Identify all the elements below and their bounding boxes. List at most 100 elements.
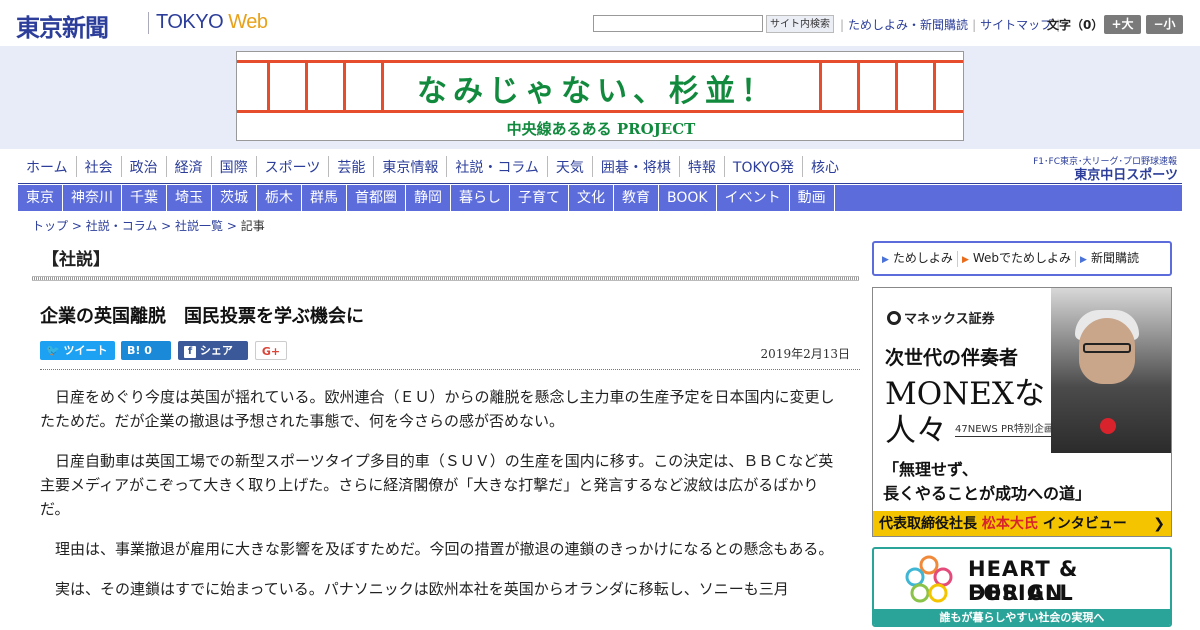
monex-ad[interactable]: マネックス証券 次世代の伴奏者 MONEXな 人々 47NEWS PR特別企画 … [872,287,1172,537]
site-search-input[interactable] [593,15,763,32]
article-paragraph: 理由は、事業撤退が雇用に大きな影響を及ぼすためだ。今回の措置が撤退の連鎖のきっか… [55,540,834,558]
nav-divider [18,183,1182,184]
nav-topic-item[interactable]: 動画 [790,185,835,211]
hatena-bookmark-button[interactable]: B! 0 [121,341,171,360]
corsage-shape [1100,418,1116,434]
site-logo[interactable]: 東京新聞 [16,8,109,43]
tweet-label: ツイート [63,344,108,357]
ad-sponsor-tag: 47NEWS PR特別企画 [955,420,1054,437]
primary-nav: ホーム 社会 政治 経済 国際 スポーツ 芸能 東京情報 社説・コラム 天気 囲碁・将棋 特報 TOKY… [18,156,1018,184]
monex-brand-text: マネックス証券 [904,312,995,327]
banner-subtitle: 中央線あるある PROJECT [506,120,696,138]
nav-item-sports[interactable]: スポーツ [257,156,330,177]
google-plus-button[interactable]: G+ [255,341,287,360]
trial-subscribe-link[interactable]: ためしよみ・新聞購読 [848,18,968,32]
nav-region-item[interactable]: 栃木 [257,185,302,211]
article-headline: 企業の英国離脱 国民投票を学ぶ機会に [40,306,364,327]
ad2-title-2: FOR ALL [968,581,1074,605]
article-paragraph: 日産自動車は英国工場での新型スポーツタイプ多目的車（ＳＵＶ）の生産を国内に移す。… [40,452,834,518]
trial-read-label: ためしよみ [892,251,953,265]
nav-item-home[interactable]: ホーム [18,156,77,177]
nav-item-tokuho[interactable]: 特報 [680,156,725,177]
section-label: 【社説】 [42,250,110,270]
nav-region-item[interactable]: 千葉 [122,185,167,211]
secondary-nav: 東京 神奈川 千葉 埼玉 茨城 栃木 群馬 首都圏 静岡 暮らし 子育て 文化 教育 BOOK イベント 動画 [18,185,1182,211]
nav-item-entertainment[interactable]: 芸能 [329,156,375,177]
logo-en-web: Web [228,11,268,33]
font-smaller-button[interactable]: −小 [1146,15,1183,34]
triangle-right-icon: ▶ [882,255,889,265]
chevron-right-icon: ❯ [1153,516,1165,532]
nav-item-tokyo-hatsu[interactable]: TOKYO発 [725,156,803,177]
nav-region-item[interactable]: 東京 [18,185,63,211]
section-rule [32,276,859,281]
nav-topic-item[interactable]: イベント [717,185,790,211]
nav-topic-item[interactable]: BOOK [659,185,717,211]
sitemap-link[interactable]: サイトマップ [980,18,1052,32]
site-search-button[interactable]: サイト内検索 [766,15,834,33]
ad-headline-1: 次世代の伴奏者 [885,347,1019,369]
tweet-button[interactable]: 🐦 ツイート [40,341,115,360]
nav-topic-item[interactable]: 文化 [569,185,614,211]
nav-item-economy[interactable]: 経済 [167,156,212,177]
nav-topic-item[interactable]: 暮らし [451,185,510,211]
flower-logo-icon [905,555,953,603]
nav-topic-item[interactable]: 子育て [510,185,569,211]
nav-region-item[interactable]: 茨城 [212,185,257,211]
nav-region-item[interactable]: 神奈川 [63,185,122,211]
article-paragraph: 日産をめぐり今度は英国が揺れている。欧州連合（ＥＵ）からの離脱を懸念し主力車の生… [40,388,835,430]
nav-region-item[interactable]: 埼玉 [167,185,212,211]
nav-item-politics[interactable]: 政治 [122,156,167,177]
header-links: | ためしよみ・新聞購読 | サイトマップ | [836,16,1064,33]
rail-tie [857,60,860,113]
nav-region-item[interactable]: 静岡 [406,185,451,211]
rail-line [237,110,963,113]
monex-brand: マネックス証券 [887,308,995,327]
nav-region-item[interactable]: 群馬 [302,185,347,211]
heart-design-ad[interactable]: HEART & DESIGN FOR ALL 誰もが暮らしやすい社会の実現へ [872,547,1172,627]
site-header: 東京新聞 TOKYO Web サイト内検索 | ためしよみ・新聞購読 | サイトマップ… [0,0,1200,46]
rail-tie [343,60,346,113]
nav-item-go-shogi[interactable]: 囲碁・将棋 [593,156,680,177]
banner-band: なみじゃない、杉並！ 中央線あるある PROJECT [0,46,1200,149]
tokyo-web-logo[interactable]: TOKYO Web [156,11,268,34]
breadcrumb-editorial-list[interactable]: 社説一覧 [175,219,223,233]
article-body: 日産をめぐり今度は英国が揺れている。欧州連合（ＥＵ）からの離脱を懸念し主力車の生… [40,385,845,617]
breadcrumb-current: 記事 [240,219,265,233]
nav-item-international[interactable]: 国際 [212,156,257,177]
subscribe-link[interactable]: ▶ 新聞購読 [1076,251,1143,267]
rail-tie [895,60,898,113]
article-rule [40,369,860,370]
chunichi-sports-logo[interactable]: 東京中日スポーツ [1050,164,1178,183]
subscription-links-box: ▶ ためしよみ ▶ Webでためしよみ ▶ 新聞購読 [872,241,1172,276]
nav-item-weather[interactable]: 天気 [548,156,593,177]
subscribe-label: 新聞購読 [1090,251,1139,265]
facebook-icon: f [184,346,196,358]
nav-region-item[interactable]: 首都圏 [347,185,406,211]
font-size-label: 文字（0） [1047,18,1104,32]
web-trial-link[interactable]: ▶ Webでためしよみ [958,251,1077,267]
nav-topic-item[interactable]: 教育 [614,185,659,211]
nav-item-kakushin[interactable]: 核心 [803,156,847,177]
ad-quote-1: 「無理せず、 [883,460,978,479]
rail-tie [267,60,270,113]
banner-title: なみじゃない、杉並！ [417,74,777,109]
breadcrumb-editorial-column[interactable]: 社説・コラム [86,219,158,233]
breadcrumb: トップ > 社説・コラム > 社説一覧 > 記事 [32,219,265,233]
breadcrumb-top[interactable]: トップ [32,219,68,233]
nav-item-society[interactable]: 社会 [77,156,122,177]
rail-tie [305,60,308,113]
logo-en-main: TOKYO [156,11,229,33]
ad-bar-prefix: 代表取締役社長 [879,516,982,532]
logo-divider [148,12,149,34]
font-larger-button[interactable]: +大 [1104,15,1141,34]
triangle-right-icon: ▶ [961,255,969,265]
rail-tie [933,60,936,113]
trial-read-link[interactable]: ▶ ためしよみ [878,251,958,267]
twitter-bird-icon: 🐦 [46,344,60,357]
suginami-banner-ad[interactable]: なみじゃない、杉並！ 中央線あるある PROJECT [236,51,964,141]
nav-item-editorial-column[interactable]: 社説・コラム [447,156,548,177]
nav-item-tokyo-info[interactable]: 東京情報 [374,156,448,177]
ad-interview-bar: 代表取締役社長 松本大氏 インタビュー ❯ [873,511,1171,536]
facebook-share-button[interactable]: f シェア 0 [178,341,248,376]
